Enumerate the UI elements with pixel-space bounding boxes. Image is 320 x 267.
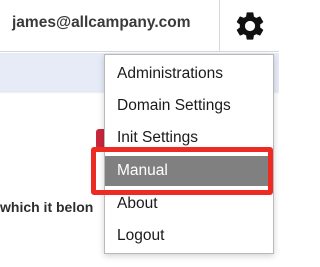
top-header: james@allcampany.com xyxy=(0,0,279,52)
menu-item-domain-settings[interactable]: Domain Settings xyxy=(105,91,273,121)
background-partial-text: which it belon xyxy=(0,199,94,215)
gear-icon xyxy=(236,12,263,40)
menu-item-about[interactable]: About xyxy=(105,189,273,219)
menu-item-init-settings[interactable]: Init Settings xyxy=(105,123,273,153)
menu-item-logout[interactable]: Logout xyxy=(105,221,273,251)
settings-button[interactable] xyxy=(220,0,279,52)
app-screen: james@allcampany.com which it belon Admi… xyxy=(0,0,279,267)
menu-item-manual[interactable]: Manual xyxy=(105,156,273,186)
settings-dropdown-menu: Administrations Domain Settings Init Set… xyxy=(104,54,274,254)
user-email[interactable]: james@allcampany.com xyxy=(12,14,191,32)
menu-item-administrations[interactable]: Administrations xyxy=(105,59,273,89)
